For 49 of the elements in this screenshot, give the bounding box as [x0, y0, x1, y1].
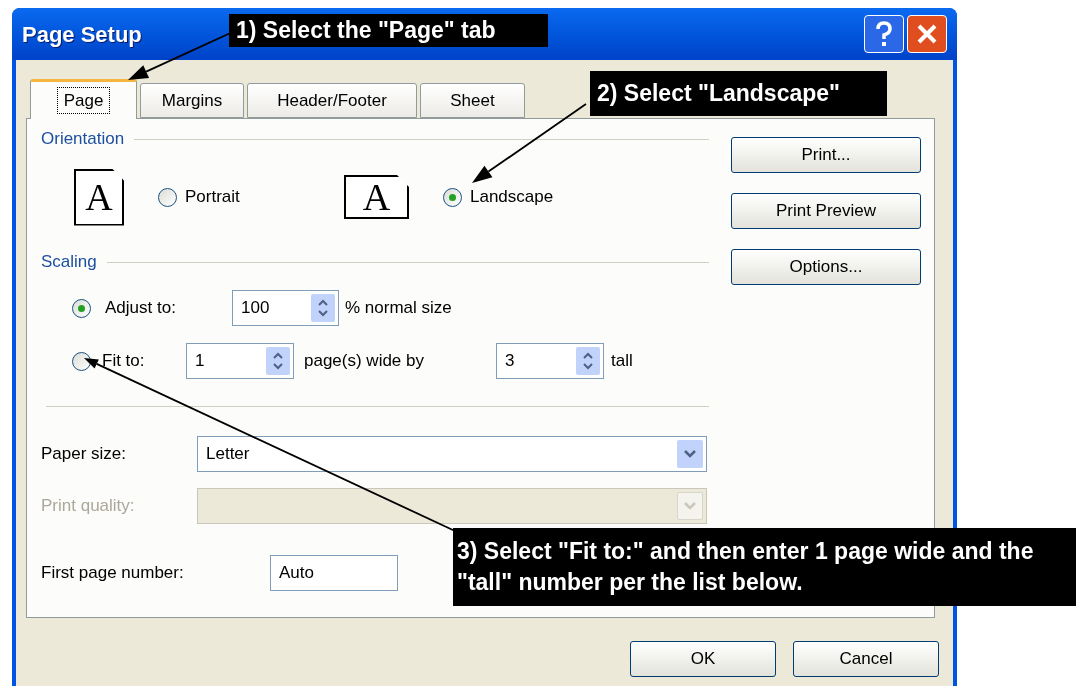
- callout-label: 3) Select "Fit to:" and then enter 1 page wide and the "tall" number per the list below.: [453, 528, 1076, 606]
- dropdown-button[interactable]: [677, 440, 703, 468]
- chevron-down-icon: [683, 449, 697, 459]
- spin-button[interactable]: [311, 294, 335, 322]
- landscape-page-icon: A: [344, 175, 409, 219]
- tab[interactable]: Page: [30, 79, 137, 119]
- tab[interactable]: Margins: [140, 83, 244, 118]
- field-label: First page number:: [41, 562, 185, 585]
- field-label: Print quality:: [41, 495, 136, 518]
- group-label: Orientation: [41, 128, 125, 151]
- help-button[interactable]: [864, 15, 904, 53]
- button[interactable]: Print Preview: [731, 193, 921, 229]
- button[interactable]: OK: [630, 641, 776, 677]
- button[interactable]: Cancel: [793, 641, 939, 677]
- radio-label[interactable]: Landscape: [470, 184, 554, 210]
- button[interactable]: Print...: [731, 137, 921, 173]
- help-icon: [874, 21, 894, 47]
- button[interactable]: Options...: [731, 249, 921, 285]
- group-label: Scaling: [41, 251, 97, 274]
- close-icon: [916, 23, 938, 45]
- spin-field[interactable]: 100: [232, 290, 339, 326]
- spin-button[interactable]: [576, 347, 600, 375]
- field-label: Paper size:: [41, 443, 128, 466]
- portrait-page-icon: A: [74, 168, 124, 226]
- suffix-label: page(s) wide by: [304, 350, 425, 373]
- chevron-down-icon: [683, 501, 697, 511]
- tab[interactable]: Header/Footer: [247, 83, 417, 118]
- dropdown[interactable]: Letter: [197, 436, 707, 472]
- window-title: Page Setup: [22, 20, 142, 49]
- selected-radio-button[interactable]: [443, 187, 462, 207]
- radio-label[interactable]: Portrait: [185, 184, 240, 210]
- suffix-label: tall: [611, 350, 633, 373]
- up-down-arrows-icon: [317, 298, 329, 318]
- callout-label: 1) Select the "Page" tab: [229, 14, 548, 47]
- radio-label[interactable]: Fit to:: [102, 348, 186, 374]
- tab[interactable]: Sheet: [420, 83, 525, 118]
- radio-button[interactable]: [72, 351, 91, 371]
- suffix-label: % normal size: [345, 297, 452, 320]
- spin-field[interactable]: 3: [496, 343, 604, 379]
- radio-label[interactable]: Adjust to:: [105, 295, 232, 321]
- up-down-arrows-icon: [272, 351, 284, 371]
- close-button[interactable]: [907, 15, 947, 53]
- spin-field[interactable]: 1: [186, 343, 294, 379]
- up-down-arrows-icon: [582, 351, 594, 371]
- selected-radio-button[interactable]: [72, 298, 91, 318]
- spin-button[interactable]: [266, 347, 290, 375]
- input-field[interactable]: Auto: [270, 555, 398, 591]
- callout-label: 2) Select "Landscape": [590, 71, 887, 116]
- radio-button[interactable]: [158, 187, 177, 207]
